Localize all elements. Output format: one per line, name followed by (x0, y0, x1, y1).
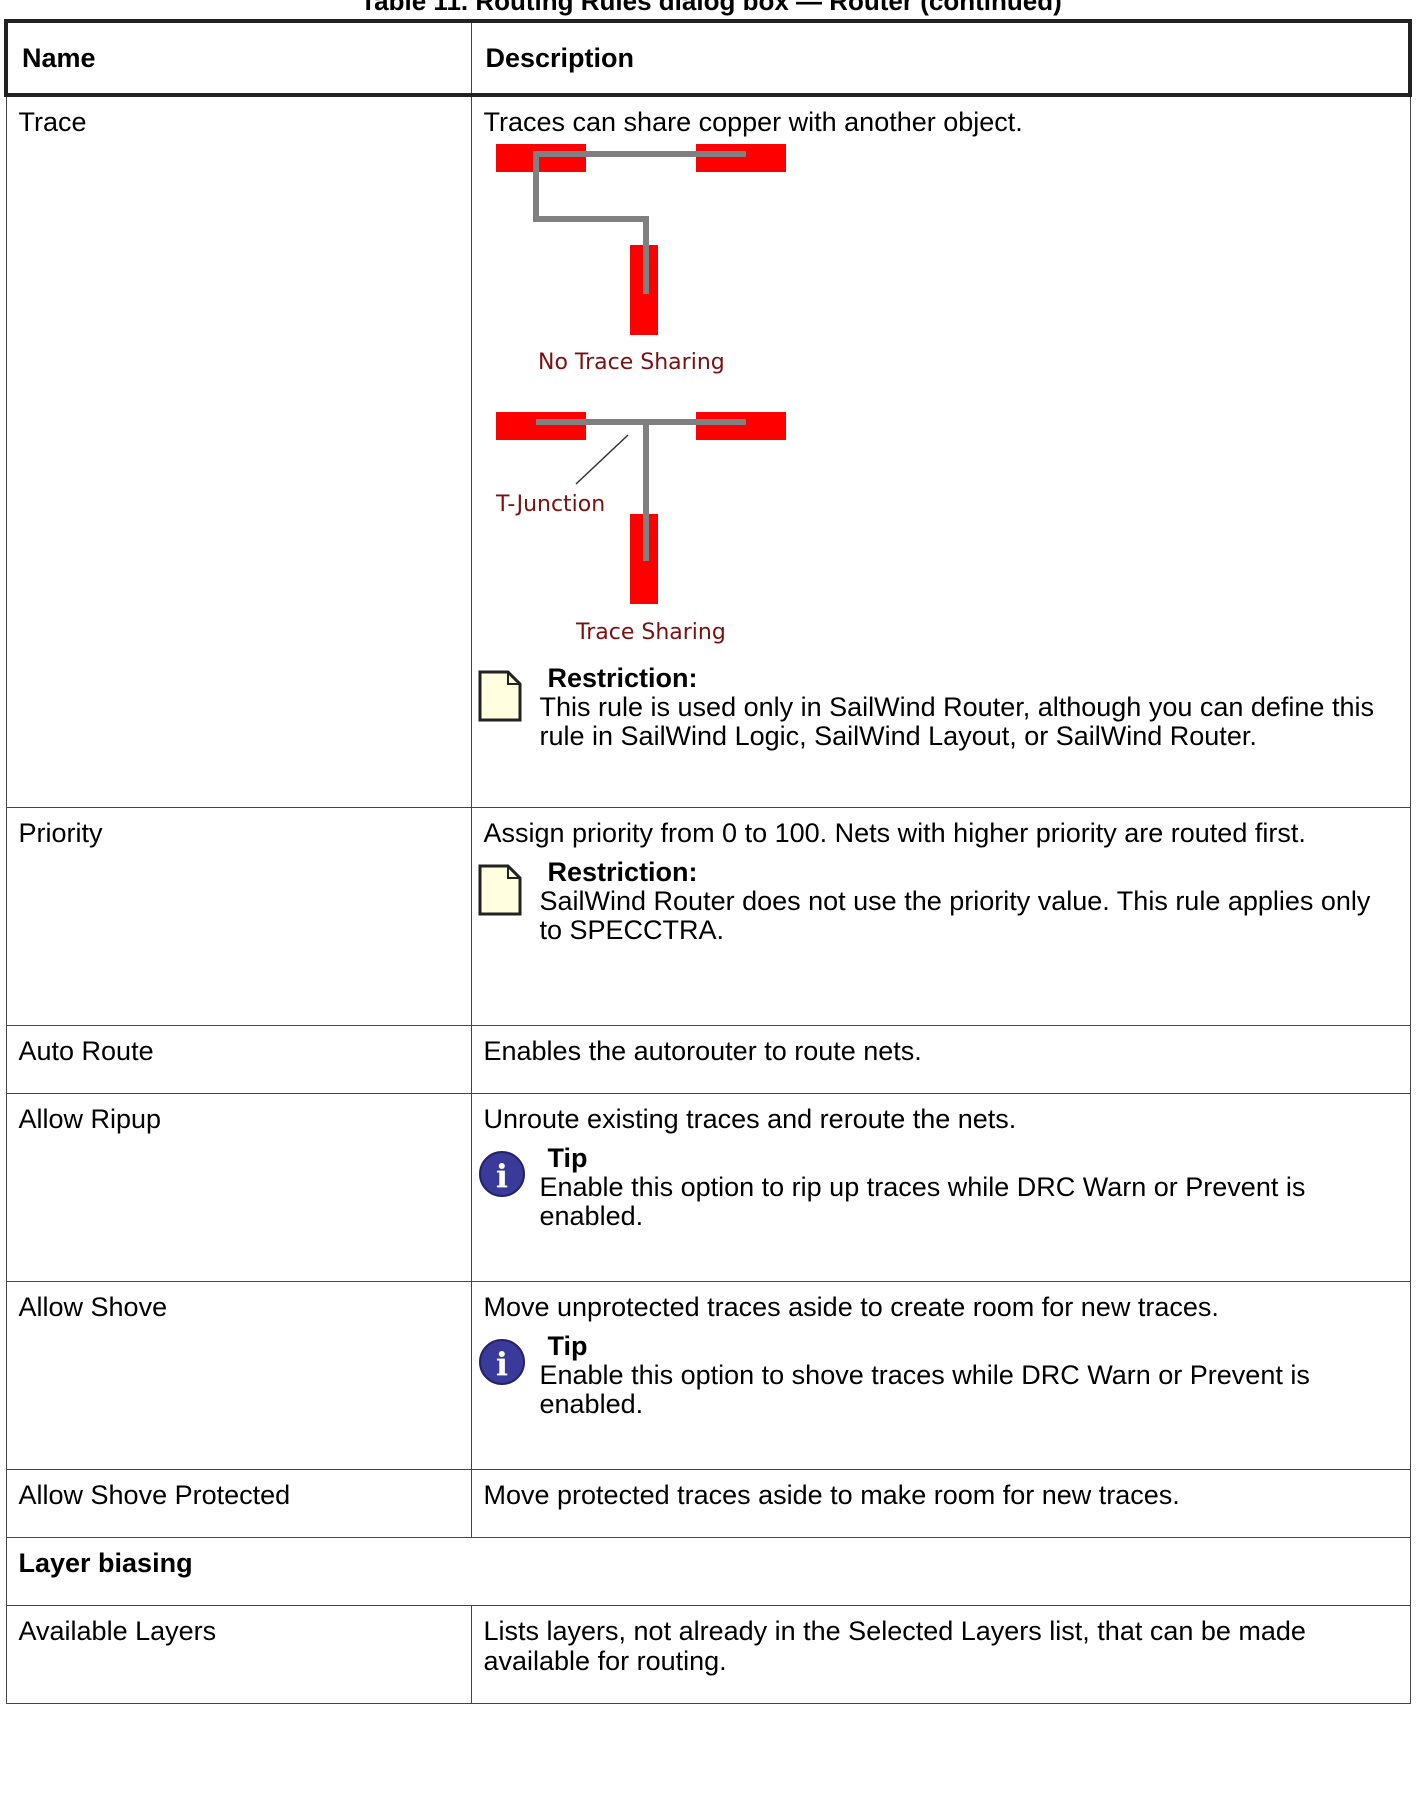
note-text: SailWind Router does not use the priorit… (539, 885, 1371, 945)
row-description: Assign priority from 0 to 100. Nets with… (483, 817, 1306, 848)
pad (495, 412, 586, 440)
pad (695, 144, 786, 172)
info-icon: i (478, 1150, 525, 1197)
table-row-allow-ripup: Allow Ripup Unroute existing traces and … (5, 1092, 1411, 1282)
note-text: This rule is used only in SailWind Route… (539, 692, 1374, 751)
label-t-junction: T-Junction (495, 492, 605, 517)
t-junction-pointer (574, 434, 629, 485)
row-description-cell: Assign priority from 0 to 100. Nets with… (470, 806, 1411, 1026)
row-name: Allow Shove (5, 1280, 472, 1470)
trace-sharing-figure: T-Junction Trace Sharing (495, 412, 786, 645)
section-title: Layer biasing (5, 1536, 1411, 1606)
routing-rules-table: Name Description Trace Traces can share … (4, 19, 1412, 1704)
header-description: Description (470, 19, 1412, 97)
table-row-allow-shove: Allow Shove Move unprotected traces asid… (5, 1280, 1411, 1470)
row-description: Move protected traces aside to make room… (470, 1468, 1411, 1538)
note-title: Tip (547, 1330, 588, 1361)
table-row-priority: Priority Assign priority from 0 to 100. … (5, 806, 1411, 1026)
svg-text:i: i (495, 1157, 507, 1195)
row-description: Enables the autorouter to route nets. (470, 1024, 1411, 1094)
no-trace-sharing-figure: No Trace Sharing (495, 144, 786, 375)
document-note-icon (478, 670, 521, 722)
pad (495, 144, 586, 172)
note-title: Tip (547, 1142, 588, 1173)
table-row-allow-shove-protected: Allow Shove Protected Move protected tra… (5, 1468, 1411, 1538)
row-name: Allow Ripup (5, 1092, 472, 1282)
table-caption: Table 11. Routing Rules dialog box — Rou… (360, 0, 1062, 16)
header-name: Name (4, 19, 472, 97)
row-description: Move unprotected traces aside to create … (483, 1291, 1219, 1322)
info-icon: i (478, 1338, 525, 1385)
table-row-trace: Trace Traces can share copper with anoth… (5, 94, 1411, 808)
row-description-cell: Move unprotected traces aside to create … (470, 1280, 1411, 1470)
row-name: Available Layers (5, 1604, 472, 1704)
label-no-trace-sharing: No Trace Sharing (538, 350, 725, 375)
row-description-cell: Traces can share copper with another obj… (470, 94, 1411, 808)
table-header-row: Name Description (4, 19, 1412, 97)
note-text: Enable this option to shove traces while… (539, 1359, 1310, 1419)
row-name: Auto Route (5, 1024, 472, 1094)
note-text: Enable this option to rip up traces whil… (539, 1171, 1306, 1231)
restriction-note: Restriction: SailWind Router does not us… (478, 856, 1398, 945)
row-description: Unroute existing traces and reroute the … (483, 1103, 1017, 1134)
row-name: Priority (5, 806, 472, 1026)
tip-note: i Tip Enable this option to shove traces… (478, 1330, 1398, 1419)
pad (695, 412, 786, 440)
table-row-available-layers: Available Layers Lists layers, not alrea… (5, 1604, 1411, 1704)
trace-sharing-diagram: No Trace Sharing T-Junction Trace Sharin… (495, 144, 786, 645)
tip-note: i Tip Enable this option to rip up trace… (478, 1142, 1398, 1231)
svg-text:i: i (495, 1345, 507, 1383)
row-name: Trace (5, 94, 472, 808)
note-title: Restriction: (547, 663, 698, 693)
label-trace-sharing: Trace Sharing (575, 620, 726, 645)
table-row-auto-route: Auto Route Enables the autorouter to rou… (5, 1024, 1411, 1094)
row-description-cell: Unroute existing traces and reroute the … (470, 1092, 1411, 1282)
restriction-note: Restriction: This rule is used only in S… (478, 663, 1398, 751)
row-description: Traces can share copper with another obj… (483, 107, 1023, 137)
note-title: Restriction: (547, 856, 698, 887)
table-section-layer-biasing: Layer biasing (5, 1536, 1411, 1606)
document-note-icon (478, 864, 521, 915)
row-name: Allow Shove Protected (5, 1468, 472, 1538)
row-description: Lists layers, not already in the Selecte… (470, 1604, 1411, 1704)
